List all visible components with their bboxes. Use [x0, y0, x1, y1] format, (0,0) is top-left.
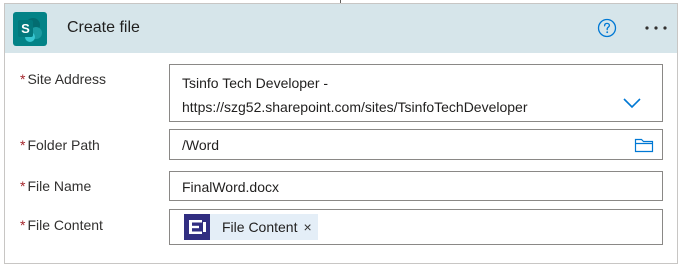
svg-text:S: S [21, 21, 30, 36]
token-label: File Content [222, 219, 298, 235]
card-title: Create file [67, 19, 140, 36]
action-card: S Create file * Site Address Tsinfo Tech … [4, 3, 678, 264]
site-address-label: * Site Address [20, 70, 106, 88]
folder-path-input[interactable]: /Word [169, 129, 663, 160]
required-mark: * [20, 178, 26, 194]
required-mark: * [20, 71, 26, 87]
folder-icon[interactable] [634, 136, 654, 154]
file-content-label: * File Content [20, 216, 103, 234]
folder-path-label-text: Folder Path [27, 137, 100, 153]
file-content-input[interactable]: File Content × [169, 209, 663, 245]
site-address-label-text: Site Address [27, 71, 107, 87]
file-name-input[interactable]: FinalWord.docx [169, 171, 663, 201]
site-address-dropdown[interactable]: Tsinfo Tech Developer - https://szg52.sh… [169, 64, 663, 122]
card-header[interactable]: S Create file [5, 4, 677, 53]
site-address-value-line1: Tsinfo Tech Developer - [182, 75, 329, 91]
file-content-token[interactable]: File Content × [184, 214, 318, 240]
chevron-down-icon[interactable] [622, 96, 642, 110]
folder-path-value: /Word [182, 137, 220, 153]
site-address-value-line2: https://szg52.sharepoint.com/sites/Tsinf… [182, 99, 528, 115]
file-content-label-text: File Content [27, 217, 103, 233]
dynamic-content-icon [184, 214, 210, 240]
file-name-value: FinalWord.docx [182, 179, 280, 195]
file-name-label: * File Name [20, 177, 91, 195]
sharepoint-icon: S [13, 12, 47, 46]
help-circle-icon[interactable] [597, 18, 617, 38]
token-remove-button[interactable]: × [303, 218, 311, 236]
required-mark: * [20, 217, 26, 233]
required-mark: * [20, 137, 26, 153]
folder-path-label: * Folder Path [20, 136, 100, 154]
more-dots-icon[interactable] [643, 19, 669, 37]
file-name-label-text: File Name [27, 178, 92, 194]
